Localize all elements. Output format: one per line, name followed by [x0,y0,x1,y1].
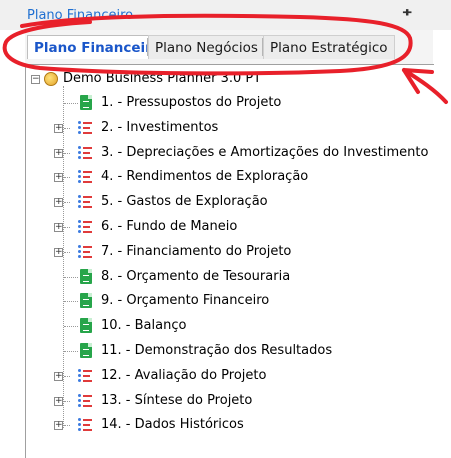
expand-icon[interactable]: + [54,223,63,232]
tree-item-label: 14. - Dados Históricos [101,417,244,432]
tree-item-label: 7. - Financiamento do Projeto [101,244,292,259]
tree-item[interactable]: +7. - Financiamento do Projeto [26,240,434,264]
spreadsheet-icon [80,343,92,358]
globe-icon [44,72,58,86]
tree-item-label: 1. - Pressupostos do Projeto [101,95,282,110]
tree-item-label: 3. - Depreciações e Amortizações do Inve… [101,145,429,160]
list-icon [78,170,92,184]
tree-item-label: 12. - Avaliação do Projeto [101,368,267,383]
expand-icon[interactable]: + [54,421,63,430]
tree-connector [64,376,70,377]
list-icon [78,121,92,135]
spreadsheet-icon [80,318,92,333]
tree-item-label: 11. - Demonstração dos Resultados [101,343,333,358]
tree-connector [64,227,70,228]
tree-item[interactable]: +6. - Fundo de Maneio [26,215,434,239]
tree-item[interactable]: +3. - Depreciações e Amortizações do Inv… [26,141,434,165]
expand-icon[interactable]: + [54,173,63,182]
expand-icon[interactable]: + [54,149,63,158]
list-icon [78,394,92,408]
list-icon [78,418,92,432]
tree-connector [64,425,70,426]
tree-item[interactable]: 10. - Balanço [26,314,434,338]
tree-item-label: 2. - Investimentos [101,120,219,135]
tree-view[interactable]: − Demo Business Planner 3.0 PT 1. - Pres… [25,64,434,458]
tree-connector [64,128,70,129]
spreadsheet-icon [80,269,92,284]
list-icon [78,369,92,383]
tree-item[interactable]: +13. - Síntese do Projeto [26,389,434,413]
spreadsheet-icon [80,95,92,110]
tree-connector [64,202,70,203]
tab-plano-negocios[interactable]: Plano Negócios [148,35,265,59]
tree-item-label: 4. - Rendimentos de Exploração [101,169,309,184]
tree-item[interactable]: 11. - Demonstração dos Resultados [26,339,434,363]
tree-item-label: 10. - Balanço [101,318,187,333]
tab-plano-estrategico[interactable]: Plano Estratégico [263,35,395,59]
tree-connector [64,326,78,327]
tree-item-label: 5. - Gastos de Exploração [101,194,268,209]
expand-icon[interactable]: + [54,248,63,257]
tree-item[interactable]: +12. - Avaliação do Projeto [26,364,434,388]
tree-item-label: 8. - Orçamento de Tesouraria [101,269,291,284]
tree-item-label: 9. - Orçamento Financeiro [101,293,270,308]
tree-connector [64,252,70,253]
spreadsheet-icon [80,293,92,308]
tree-item[interactable]: +5. - Gastos de Exploração [26,190,434,214]
tree-item[interactable]: 9. - Orçamento Financeiro [26,289,434,313]
tree-connector [64,103,78,104]
tree-connector [64,153,70,154]
expand-icon[interactable]: + [54,198,63,207]
list-icon [78,195,92,209]
tree-connector [64,277,78,278]
tree-root[interactable]: − Demo Business Planner 3.0 PT [26,67,434,91]
tab-bar: Plano Financeiro Plano Negócios Plano Es… [25,30,433,64]
tree-item[interactable]: 1. - Pressupostos do Projeto [26,91,434,115]
tree-root-label: Demo Business Planner 3.0 PT [63,71,262,86]
collapse-icon[interactable]: − [31,75,40,84]
expand-icon[interactable]: + [54,124,63,133]
tree-item[interactable]: +14. - Dados Históricos [26,413,434,437]
tree-item[interactable]: 8. - Orçamento de Tesouraria [26,265,434,289]
expand-icon[interactable]: + [54,372,63,381]
tree-item-label: 13. - Síntese do Projeto [101,393,253,408]
tree-connector [64,177,70,178]
pin-icon[interactable]: ᚐ [403,5,411,20]
panel-title: Plano Financeiro [27,8,134,23]
tree-connector [64,401,70,402]
panel-header: Plano Financeiro ᚐ [0,0,451,30]
list-icon [78,146,92,160]
list-icon [78,220,92,234]
tree-connector [64,351,78,352]
tree-connector [64,301,78,302]
list-icon [78,245,92,259]
tree-item[interactable]: +4. - Rendimentos de Exploração [26,165,434,189]
expand-icon[interactable]: + [54,397,63,406]
tree-item[interactable]: +2. - Investimentos [26,116,434,140]
tree-item-label: 6. - Fundo de Maneio [101,219,238,234]
